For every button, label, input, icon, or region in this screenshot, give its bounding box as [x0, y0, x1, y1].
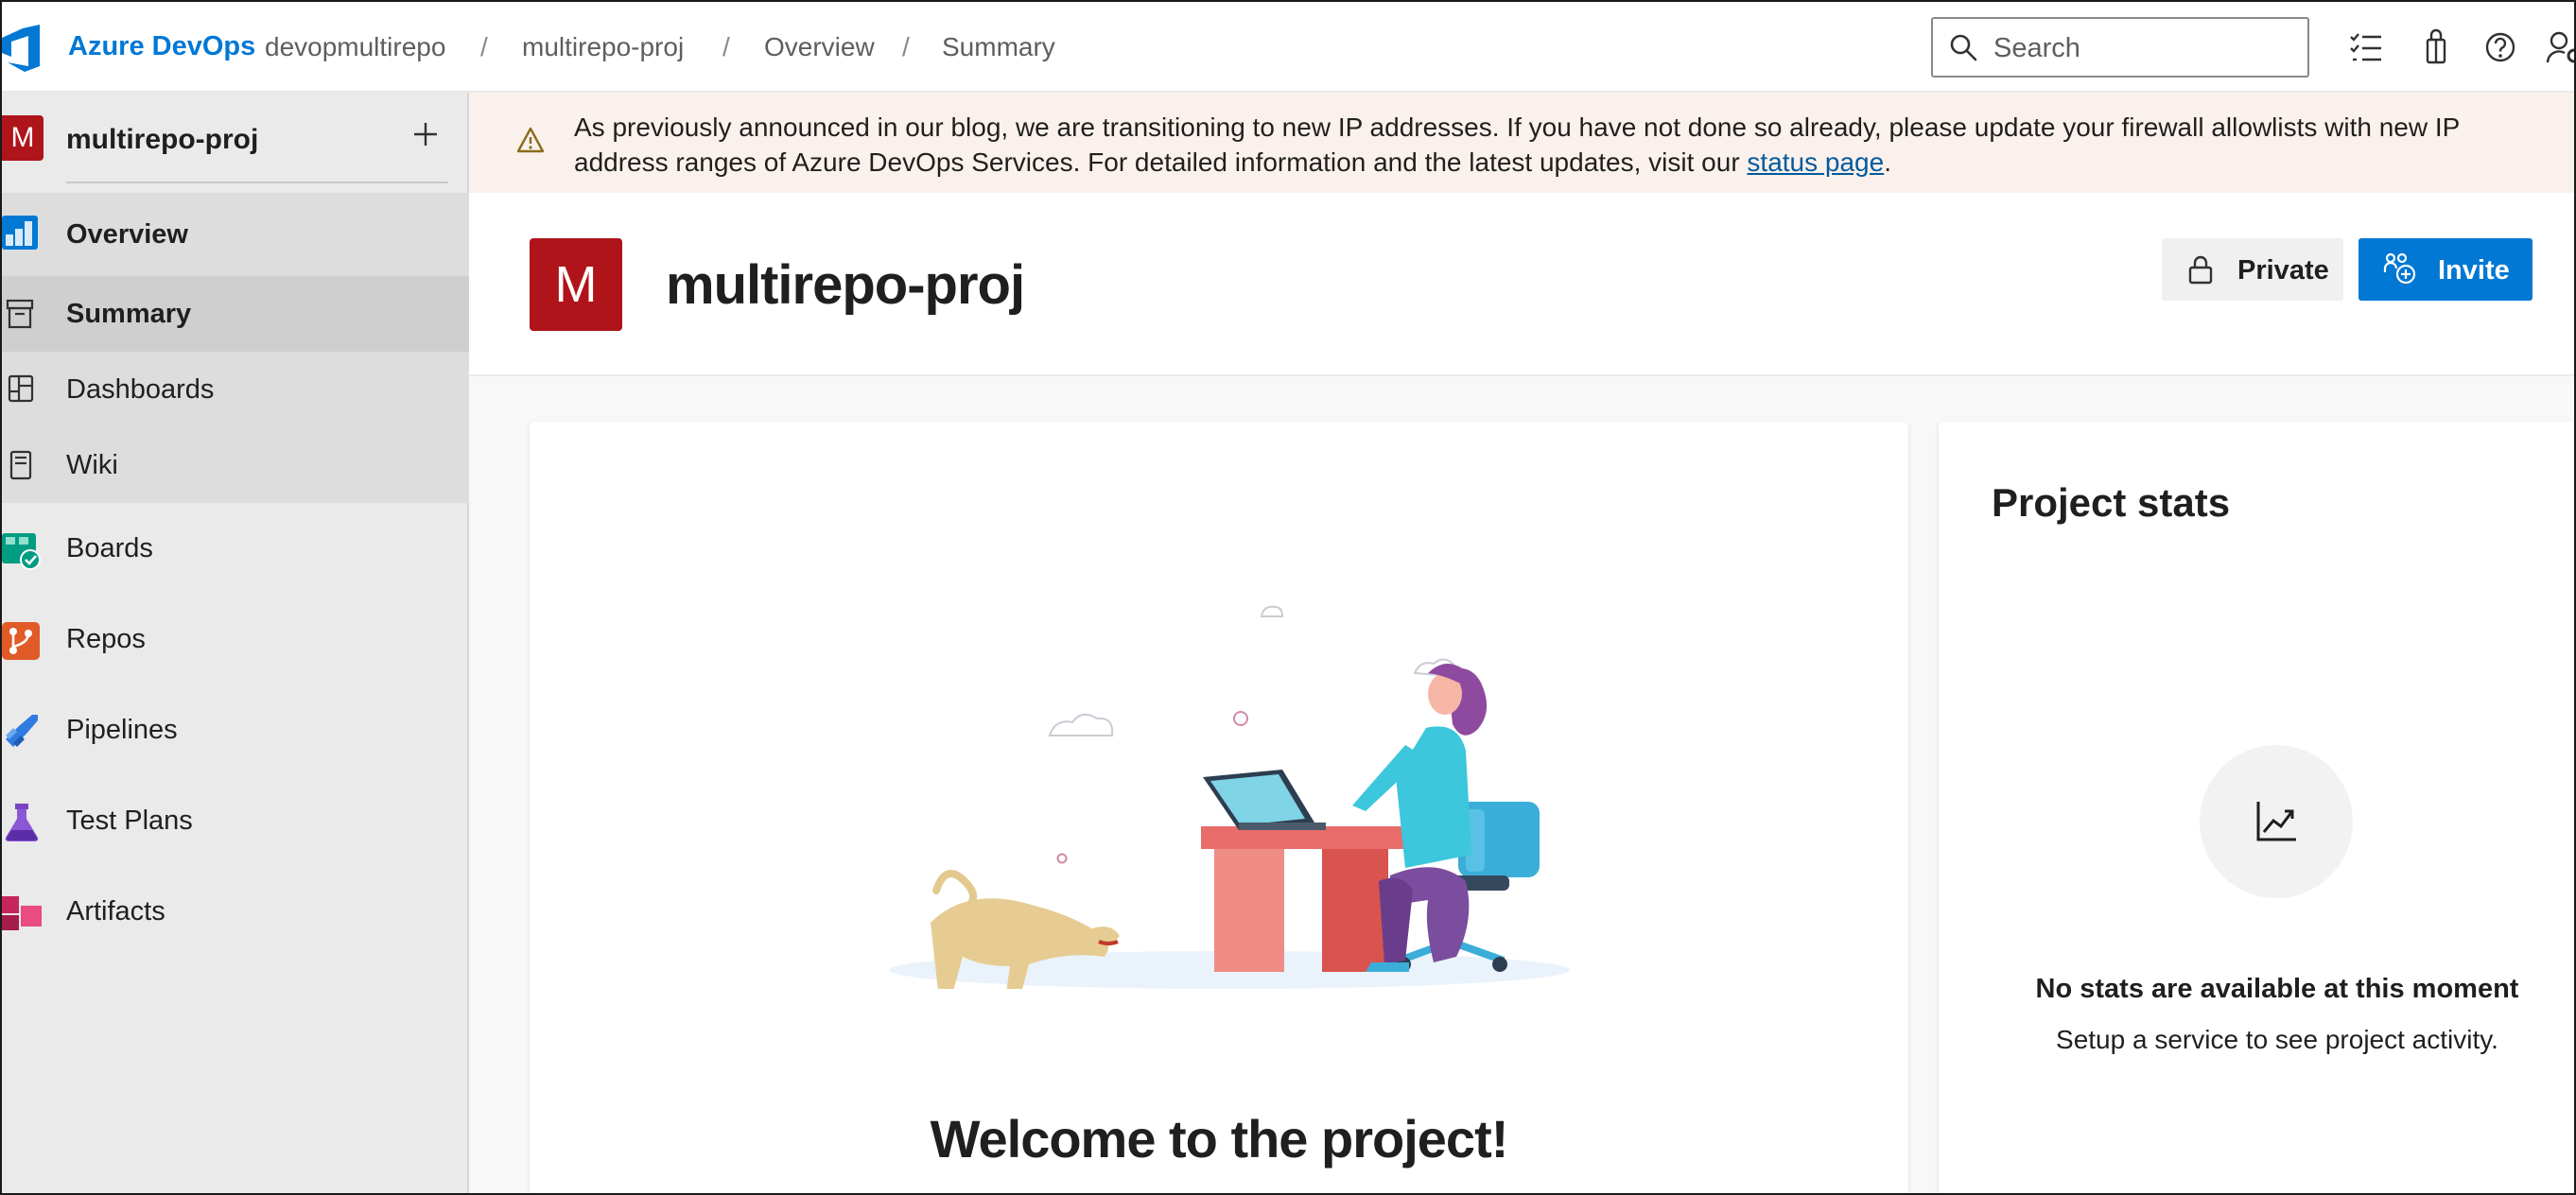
stats-empty-title: No stats are available at this moment [2035, 974, 2519, 1004]
wiki-icon [9, 450, 32, 480]
user-settings-icon[interactable] [2546, 28, 2576, 66]
sidebar: M multirepo-proj Overview Summary Dashbo… [2, 93, 469, 1193]
private-label: Private [2237, 255, 2329, 286]
stats-placeholder [2200, 745, 2353, 898]
stats-title: Project stats [1992, 480, 2231, 525]
sidebar-item-label: Summary [66, 299, 192, 329]
sidebar-item-label: Test Plans [66, 805, 193, 836]
sidebar-item-test-plans[interactable]: Test Plans [2, 783, 469, 858]
sidebar-item-label: Artifacts [66, 896, 165, 927]
sidebar-item-label: Wiki [66, 450, 118, 480]
test-plans-icon [5, 804, 39, 841]
boards-icon [2, 533, 41, 570]
project-header: M multirepo-proj Private Invite [469, 193, 2574, 376]
sidebar-item-artifacts[interactable]: Artifacts [2, 874, 469, 949]
sidebar-item-label: Dashboards [66, 374, 215, 405]
overview-icon [2, 216, 38, 250]
sidebar-item-label: Overview [66, 219, 188, 250]
pipelines-icon [6, 715, 38, 747]
search-box[interactable] [1931, 17, 2309, 78]
breadcrumb-separator: / [480, 32, 488, 61]
welcome-title: Welcome to the project! [930, 1109, 1509, 1169]
repos-icon [2, 622, 40, 660]
stats-empty-subtitle: Setup a service to see project activity. [2056, 1025, 2498, 1054]
summary-icon [6, 299, 34, 329]
breadcrumb-org[interactable]: devopmultirepo [265, 32, 445, 62]
breadcrumb-separator: / [902, 32, 910, 61]
sidebar-item-summary[interactable]: Summary [2, 276, 469, 352]
lock-icon [2188, 255, 2213, 285]
breadcrumb-project[interactable]: multirepo-proj [522, 32, 684, 62]
banner-suffix: . [1884, 147, 1891, 177]
project-name[interactable]: multirepo-proj [66, 124, 258, 156]
sidebar-item-label: Pipelines [66, 715, 178, 745]
breadcrumb-page[interactable]: Summary [942, 32, 1055, 62]
azure-devops-logo-icon[interactable] [2, 25, 44, 72]
app-window: Azure DevOps devopmultirepo / multirepo-… [0, 0, 2576, 1195]
add-people-icon [2383, 252, 2416, 285]
sidebar-item-wiki[interactable]: Wiki [2, 427, 469, 503]
project-switcher[interactable]: M multirepo-proj [2, 93, 469, 185]
marketplace-icon[interactable] [2417, 28, 2455, 66]
project-avatar: M [2, 115, 44, 161]
top-bar: Azure DevOps devopmultirepo / multirepo-… [2, 2, 2576, 93]
invite-button[interactable]: Invite [2358, 238, 2532, 301]
announcement-banner: As previously announced in our blog, we … [469, 93, 2574, 193]
welcome-illustration [889, 605, 1570, 989]
help-icon[interactable] [2481, 28, 2519, 66]
project-header-avatar: M [530, 238, 622, 331]
sidebar-item-boards[interactable]: Boards [2, 511, 469, 586]
trend-chart-icon [2256, 802, 2296, 841]
page-title: multirepo-proj [666, 254, 1025, 316]
breadcrumb-section[interactable]: Overview [764, 32, 875, 62]
warning-icon [516, 127, 545, 153]
breadcrumb-separator: / [722, 32, 730, 61]
status-page-link[interactable]: status page [1747, 147, 1884, 177]
welcome-card: Welcome to the project! [530, 422, 1908, 1193]
work-items-icon[interactable] [2347, 28, 2385, 66]
sidebar-item-label: Boards [66, 533, 153, 563]
banner-message: As previously announced in our blog, we … [574, 110, 2560, 180]
plus-icon[interactable] [407, 115, 444, 153]
sidebar-item-overview[interactable]: Overview [2, 193, 469, 276]
artifacts-icon [2, 896, 42, 930]
invite-label: Invite [2438, 255, 2510, 286]
project-stats-card: Project stats No stats are available at … [1939, 422, 2574, 1193]
search-icon [1950, 34, 1977, 61]
sidebar-item-repos[interactable]: Repos [2, 601, 469, 677]
private-button[interactable]: Private [2162, 238, 2343, 301]
brand-link[interactable]: Azure DevOps [68, 31, 255, 62]
search-input[interactable] [1993, 30, 2296, 66]
sidebar-item-pipelines[interactable]: Pipelines [2, 692, 469, 768]
sidebar-item-dashboards[interactable]: Dashboards [2, 352, 469, 427]
sidebar-item-label: Repos [66, 624, 146, 654]
dashboards-icon [8, 374, 34, 403]
banner-text: As previously announced in our blog, we … [574, 113, 2460, 177]
main-content: Welcome to the project! Project stats No… [469, 376, 2574, 1193]
divider [66, 182, 448, 183]
